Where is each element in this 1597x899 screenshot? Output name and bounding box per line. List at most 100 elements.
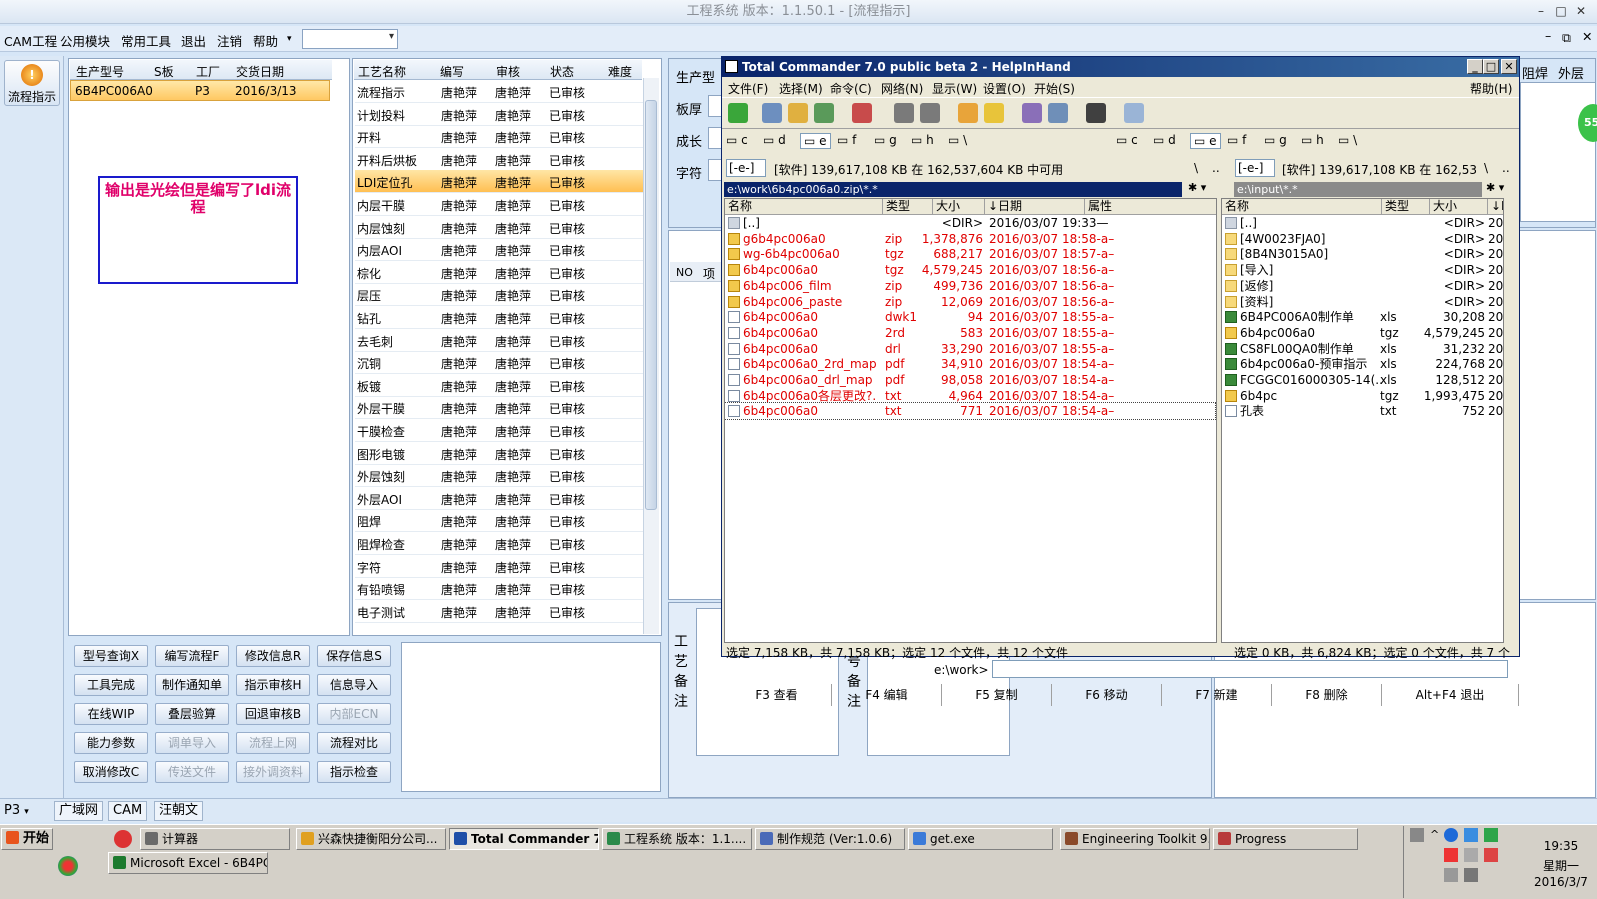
- left-drive-0[interactable]: ▭ c: [726, 133, 748, 147]
- left-file-row[interactable]: 6b4pc006a0 txt 771 2016/03/07 18:54-a–: [725, 402, 1216, 421]
- action-button-4-2[interactable]: 接外调资料: [236, 761, 310, 783]
- right-file-row[interactable]: CS8FL00QA0制作单 xls 31,232 20: [1222, 341, 1503, 357]
- task-item-6[interactable]: Engineering Toolkit 9.0...: [1060, 828, 1210, 850]
- right-col-type[interactable]: 类型: [1382, 199, 1430, 215]
- action-button-2-3[interactable]: 内部ECN: [317, 703, 391, 725]
- command-input[interactable]: [992, 660, 1508, 678]
- fkey-8[interactable]: F8 删除: [1272, 684, 1382, 706]
- right-file-row[interactable]: [8B4N3015A0] <DIR> 20: [1222, 246, 1503, 262]
- col-reviewer[interactable]: 审核: [496, 63, 520, 80]
- process-row[interactable]: 阻焊 唐艳萍 唐艳萍 已审核: [355, 509, 643, 533]
- right-file-row[interactable]: [4W0023FJA0] <DIR> 20: [1222, 231, 1503, 247]
- process-row[interactable]: 层压 唐艳萍 唐艳萍 已审核: [355, 283, 643, 307]
- right-drive-1[interactable]: ▭ d: [1153, 133, 1176, 147]
- col-due-date[interactable]: 交货日期: [236, 63, 284, 80]
- col-part-no[interactable]: 生产型号: [76, 63, 124, 80]
- left-root-button[interactable]: \: [1194, 161, 1198, 175]
- process-row[interactable]: LDI定位孔 唐艳萍 唐艳萍 已审核: [355, 170, 643, 194]
- process-row[interactable]: 阻焊检查 唐艳萍 唐艳萍 已审核: [355, 532, 643, 555]
- action-button-0-2[interactable]: 修改信息R: [236, 645, 310, 667]
- tray-expand-icon[interactable]: ^: [1430, 828, 1439, 841]
- volume-icon[interactable]: [1464, 868, 1478, 882]
- left-col-type[interactable]: 类型: [883, 199, 933, 215]
- tc-menu-config[interactable]: 设置(O): [983, 80, 1026, 97]
- process-row[interactable]: 沉铜 唐艳萍 唐艳萍 已审核: [355, 351, 643, 375]
- process-row[interactable]: 计划投料 唐艳萍 唐艳萍 已审核: [355, 103, 643, 126]
- left-file-row[interactable]: [..] <DIR> 2016/03/07 19:33—: [725, 215, 1215, 231]
- right-drive-6[interactable]: ▭ \: [1338, 133, 1357, 147]
- left-file-row[interactable]: wg-6b4pc006a0 tgz 688,217 2016/03/07 18:57-…: [725, 246, 1215, 262]
- process-row[interactable]: 内层干膜 唐艳萍 唐艳萍 已审核: [355, 193, 643, 216]
- menu-help[interactable]: 帮助: [253, 31, 278, 50]
- usb-icon[interactable]: [1464, 848, 1478, 862]
- task-item-4[interactable]: 制作规范 (Ver:1.0.6): [755, 828, 905, 850]
- process-row[interactable]: 图形电镀 唐艳萍 唐艳萍 已审核: [355, 442, 643, 465]
- task-excel[interactable]: Microsoft Excel - 6B4PC0...: [108, 852, 268, 874]
- left-drive-6[interactable]: ▭ \: [948, 133, 967, 147]
- process-row[interactable]: 字符 唐艳萍 唐艳萍 已审核: [355, 555, 643, 578]
- process-row[interactable]: 有铅喷锡 唐艳萍 唐艳萍 已审核: [355, 577, 643, 601]
- left-col-date[interactable]: ↓日期: [985, 199, 1085, 215]
- keyboard-icon[interactable]: [1410, 828, 1424, 842]
- col-process[interactable]: 工艺名称: [358, 63, 406, 80]
- right-drive-combo[interactable]: [-e-]: [1235, 159, 1275, 177]
- right-up-button[interactable]: ..: [1502, 161, 1510, 175]
- action-button-1-0[interactable]: 工具完成: [74, 674, 148, 696]
- left-drive-3[interactable]: ▭ f: [837, 133, 856, 147]
- left-file-row[interactable]: 6b4pc006a0 dwk1 94 2016/03/07 18:55-a–: [725, 309, 1215, 325]
- action-button-1-1[interactable]: 制作通知单: [155, 674, 229, 696]
- action-button-0-0[interactable]: 型号查询X: [74, 645, 148, 667]
- security-icon[interactable]: [1484, 828, 1498, 842]
- left-file-row[interactable]: 6b4pc006a0 2rd 583 2016/03/07 18:55-a–: [725, 325, 1215, 341]
- left-col-attr[interactable]: 属性: [1085, 199, 1216, 215]
- task-item-5[interactable]: get.exe: [908, 828, 1053, 850]
- mdi-close-icon[interactable]: ✕: [1582, 29, 1592, 44]
- right-file-row[interactable]: 6b4pc006a0 tgz 4,579,245 20: [1222, 325, 1503, 341]
- right-history-icon[interactable]: ✱ ▾: [1486, 181, 1504, 194]
- fkey-6[interactable]: F6 移动: [1052, 684, 1162, 706]
- col-difficulty[interactable]: 难度: [608, 63, 632, 80]
- quicklaunch-app-icon[interactable]: [58, 856, 78, 876]
- refresh-icon[interactable]: [728, 103, 748, 123]
- full-view-icon[interactable]: [788, 103, 808, 123]
- process-row[interactable]: 去毛刺 唐艳萍 唐艳萍 已审核: [355, 329, 643, 352]
- action-button-1-2[interactable]: 指示审核H: [236, 674, 310, 696]
- right-path[interactable]: e:\input\*.*: [1234, 182, 1482, 197]
- memo-box[interactable]: [401, 642, 661, 792]
- col-no[interactable]: NO: [676, 266, 693, 279]
- network-icon[interactable]: [1464, 828, 1478, 842]
- fkey-3[interactable]: F3 查看: [722, 684, 832, 706]
- col-factory[interactable]: 工厂: [196, 63, 220, 80]
- menu-dropdown-icon[interactable]: ▾: [287, 34, 292, 44]
- notepad-icon[interactable]: [1124, 103, 1144, 123]
- left-drive-combo[interactable]: [-e-]: [726, 159, 766, 177]
- col-s-board[interactable]: S板: [154, 63, 174, 80]
- process-row[interactable]: 内层蚀刻 唐艳萍 唐艳萍 已审核: [355, 216, 643, 239]
- right-col-size[interactable]: 大小: [1430, 199, 1488, 215]
- left-col-size[interactable]: 大小: [933, 199, 985, 215]
- process-row[interactable]: 棕化 唐艳萍 唐艳萍 已审核: [355, 261, 643, 284]
- left-path[interactable]: e:\work\6b4pc006a0.zip\*.*: [724, 182, 1182, 197]
- left-history-icon[interactable]: ✱ ▾: [1188, 181, 1206, 194]
- tc-close-icon[interactable]: ✕: [1501, 59, 1517, 74]
- menu-common[interactable]: 公用模块: [60, 31, 110, 50]
- right-drive-4[interactable]: ▭ g: [1264, 133, 1287, 147]
- left-file-row[interactable]: g6b4pc006a0 zip 1,378,876 2016/03/07 18:58-…: [725, 231, 1215, 247]
- action-button-2-1[interactable]: 叠层验算: [155, 703, 229, 725]
- menu-logout[interactable]: 注销: [217, 31, 242, 50]
- start-button[interactable]: 开始: [1, 828, 53, 850]
- ftp-icon[interactable]: [1022, 103, 1042, 123]
- process-row[interactable]: 外层AOI 唐艳萍 唐艳萍 已审核: [355, 487, 643, 510]
- tc-maximize-icon[interactable]: □: [1483, 59, 1499, 74]
- fkey-7[interactable]: F7 新建: [1162, 684, 1272, 706]
- task-item-3[interactable]: 工程系统 版本：1.1....: [602, 828, 752, 850]
- action-button-3-3[interactable]: 流程对比: [317, 732, 391, 754]
- process-row[interactable]: 钻孔 唐艳萍 唐艳萍 已审核: [355, 306, 643, 329]
- flow-indicator-button[interactable]: ! 流程指示: [4, 60, 60, 106]
- right-file-row[interactable]: 6b4pc006a0-预审指示 xls 224,768 20: [1222, 356, 1503, 372]
- thumbnail-icon[interactable]: [814, 103, 834, 123]
- tc-minimize-icon[interactable]: _: [1467, 59, 1483, 74]
- left-up-button[interactable]: ..: [1212, 161, 1220, 175]
- right-col-date[interactable]: ↓E: [1488, 199, 1503, 215]
- mdi-restore-icon[interactable]: ⧉: [1562, 30, 1571, 46]
